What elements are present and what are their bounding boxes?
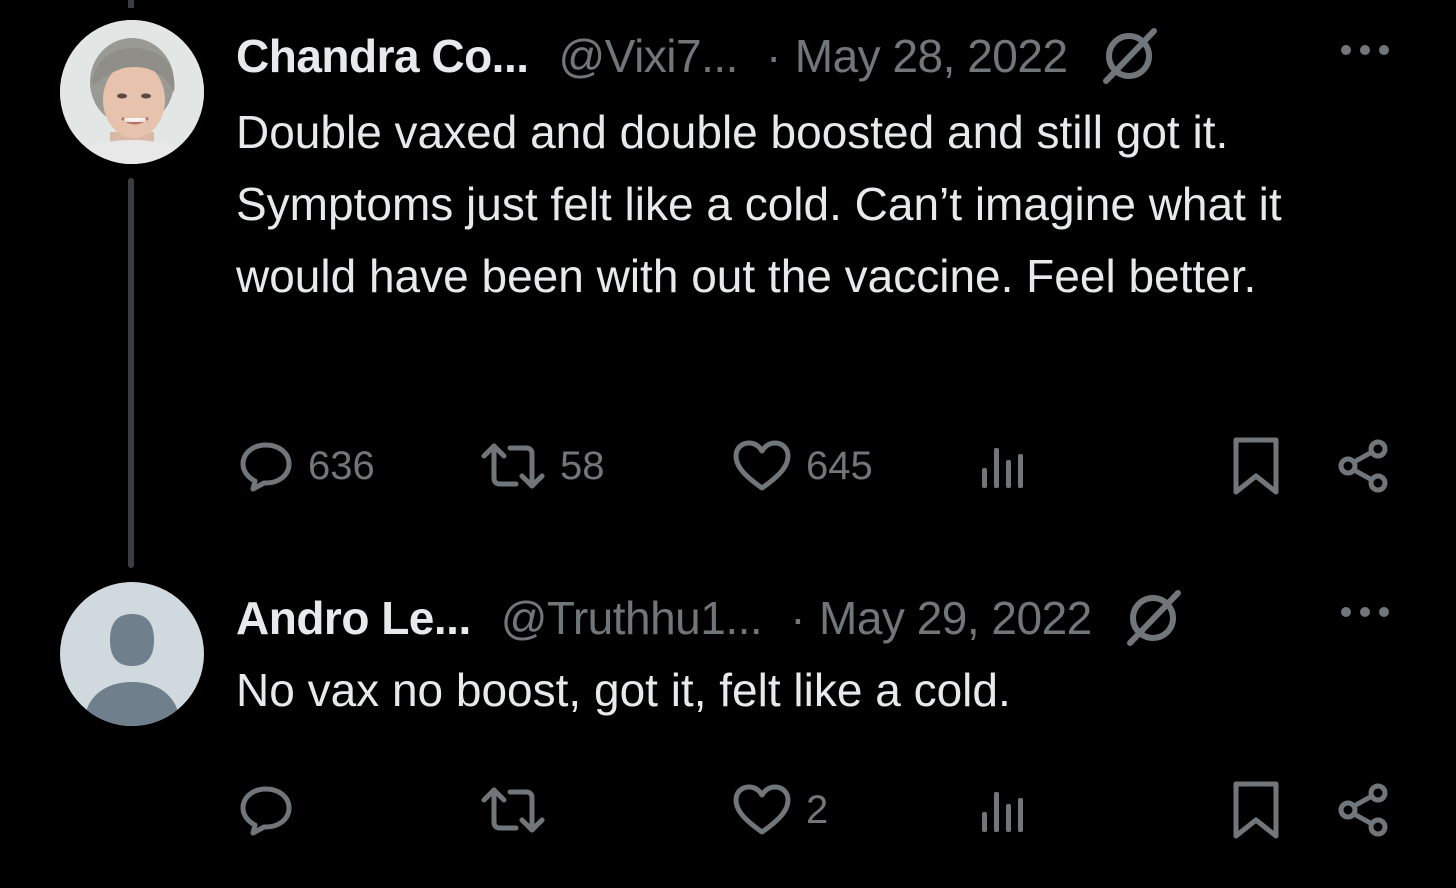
- like-button[interactable]: 645: [732, 436, 873, 496]
- avatar[interactable]: [60, 582, 204, 726]
- like-count: 2: [806, 787, 829, 832]
- bookmark-button[interactable]: [1228, 780, 1284, 840]
- tweet-text: Double vaxed and double boosted and stil…: [236, 106, 1282, 302]
- separator-dot: ·: [765, 30, 781, 82]
- tweet-content: Chandra Co... @Vixi7... · May 28, 2022 D…: [236, 20, 1396, 312]
- grok-icon[interactable]: [1098, 25, 1160, 87]
- thread-line: [128, 178, 134, 568]
- separator-dot: ·: [790, 592, 806, 644]
- tweet-actions: 636 58 645: [236, 436, 1396, 496]
- like-button[interactable]: 2: [732, 780, 828, 840]
- bookmark-button[interactable]: [1228, 436, 1284, 496]
- share-icon: [1338, 783, 1388, 837]
- author-handle[interactable]: @Vixi7...: [559, 29, 739, 83]
- default-avatar-icon: [60, 582, 204, 726]
- repost-count: 58: [560, 443, 605, 488]
- thread-line-top: [128, 0, 134, 8]
- reply-button[interactable]: 636: [238, 436, 375, 496]
- tweet-header: Andro Le... @Truthhu1... · May 29, 2022: [236, 582, 1396, 654]
- share-icon: [1338, 439, 1388, 493]
- like-icon: [733, 440, 791, 491]
- avatar[interactable]: [60, 20, 204, 164]
- reply-icon: [240, 442, 292, 492]
- tweet-date[interactable]: May 29, 2022: [819, 591, 1092, 645]
- like-icon: [733, 784, 791, 835]
- tweet-content: Andro Le... @Truthhu1... · May 29, 2022 …: [236, 582, 1396, 726]
- tweet-actions: 2: [236, 780, 1396, 840]
- like-count: 645: [806, 443, 873, 488]
- bookmark-icon: [1233, 781, 1279, 839]
- author-name[interactable]: Chandra Co...: [236, 29, 529, 83]
- reply-button[interactable]: [238, 780, 308, 840]
- views-icon: [982, 792, 1023, 832]
- views-icon: [982, 448, 1023, 488]
- repost-button[interactable]: [480, 780, 560, 840]
- reply-icon: [240, 786, 292, 836]
- views-button[interactable]: [976, 436, 1032, 496]
- more-icon[interactable]: [1340, 40, 1390, 60]
- bookmark-icon: [1233, 437, 1279, 495]
- reply-count: 636: [308, 443, 375, 488]
- repost-icon: [481, 443, 545, 489]
- share-button[interactable]: [1336, 780, 1392, 840]
- views-button[interactable]: [976, 780, 1032, 840]
- more-icon[interactable]: [1340, 602, 1390, 622]
- share-button[interactable]: [1336, 436, 1392, 496]
- avatar-photo: [60, 20, 204, 164]
- grok-icon[interactable]: [1122, 587, 1184, 649]
- repost-icon: [481, 787, 545, 833]
- author-name[interactable]: Andro Le...: [236, 591, 471, 645]
- repost-button[interactable]: 58: [480, 436, 605, 496]
- tweet-header: Chandra Co... @Vixi7... · May 28, 2022: [236, 20, 1396, 92]
- author-handle[interactable]: @Truthhu1...: [501, 591, 763, 645]
- tweet-date[interactable]: May 28, 2022: [795, 29, 1068, 83]
- tweet-text: No vax no boost, got it, felt like a col…: [236, 664, 1011, 716]
